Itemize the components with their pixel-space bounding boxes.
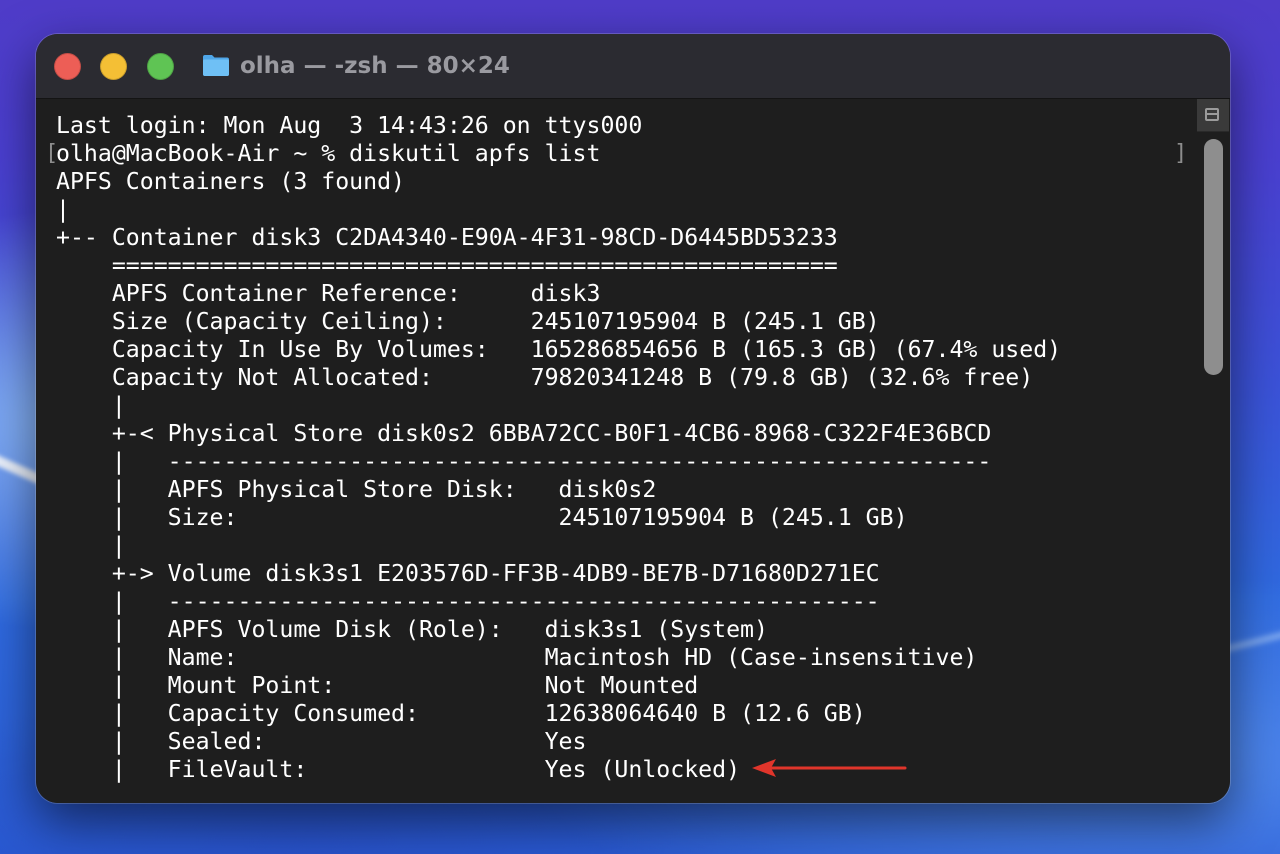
terminal-output[interactable]: Last login: Mon Aug 3 14:43:26 on ttys00… xyxy=(36,99,1196,803)
terminal-window: olha — -zsh — 80×24 Last login: Mon Aug … xyxy=(36,34,1230,803)
close-icon[interactable] xyxy=(54,53,81,80)
terminal-line: | FileVault: Yes (Unlocked) xyxy=(56,756,741,783)
terminal-line: APFS Container Reference: disk3 xyxy=(56,280,601,307)
terminal-line: APFS Containers (3 found) xyxy=(56,168,406,195)
title-bar[interactable]: olha — -zsh — 80×24 xyxy=(36,34,1230,99)
vertical-scrollbar[interactable] xyxy=(1196,99,1230,803)
red-arrow-icon xyxy=(752,759,907,777)
terminal-line: ========================================… xyxy=(56,252,838,279)
window-title: olha — -zsh — 80×24 xyxy=(240,53,510,79)
terminal-line: | xyxy=(56,196,70,223)
terminal-line: +-> Volume disk3s1 E203576D-FF3B-4DB9-BE… xyxy=(56,560,880,587)
terminal-line: | Capacity Consumed: 12638064640 B (12.6… xyxy=(56,700,866,727)
terminal-line: | APFS Volume Disk (Role): disk3s1 (Syst… xyxy=(56,616,768,643)
prompt-mark-right: ] xyxy=(1174,141,1188,166)
terminal-line: | xyxy=(56,532,126,559)
scrollbar-thumb[interactable] xyxy=(1204,139,1223,375)
terminal-line: | --------------------------------------… xyxy=(56,588,880,615)
terminal-line: | Size: 245107195904 B (245.1 GB) xyxy=(56,504,908,531)
terminal-line: | xyxy=(56,392,126,419)
terminal-line: | Mount Point: Not Mounted xyxy=(56,672,699,699)
scrollback-marks-icon[interactable] xyxy=(1197,99,1229,132)
terminal-line: | --------------------------------------… xyxy=(56,448,992,475)
terminal-line: +-- Container disk3 C2DA4340-E90A-4F31-9… xyxy=(56,224,838,251)
folder-icon xyxy=(203,55,229,76)
sidebar-toggle-icon xyxy=(1205,108,1219,121)
terminal-line: | Sealed: Yes xyxy=(56,728,587,755)
terminal-line: Last login: Mon Aug 3 14:43:26 on ttys00… xyxy=(56,112,643,139)
terminal-line: Capacity In Use By Volumes: 165286854656… xyxy=(56,336,1062,363)
terminal-line: Size (Capacity Ceiling): 245107195904 B … xyxy=(56,308,880,335)
terminal-line: Capacity Not Allocated: 79820341248 B (7… xyxy=(56,364,1034,391)
terminal-line: +-< Physical Store disk0s2 6BBA72CC-B0F1… xyxy=(56,420,992,447)
terminal-line: olha@MacBook-Air ~ % diskutil apfs list xyxy=(56,140,601,167)
terminal-line: | Name: Macintosh HD (Case-insensitive) xyxy=(56,644,978,671)
minimize-icon[interactable] xyxy=(100,53,127,80)
maximize-icon[interactable] xyxy=(147,53,174,80)
terminal-line: | APFS Physical Store Disk: disk0s2 xyxy=(56,476,657,503)
